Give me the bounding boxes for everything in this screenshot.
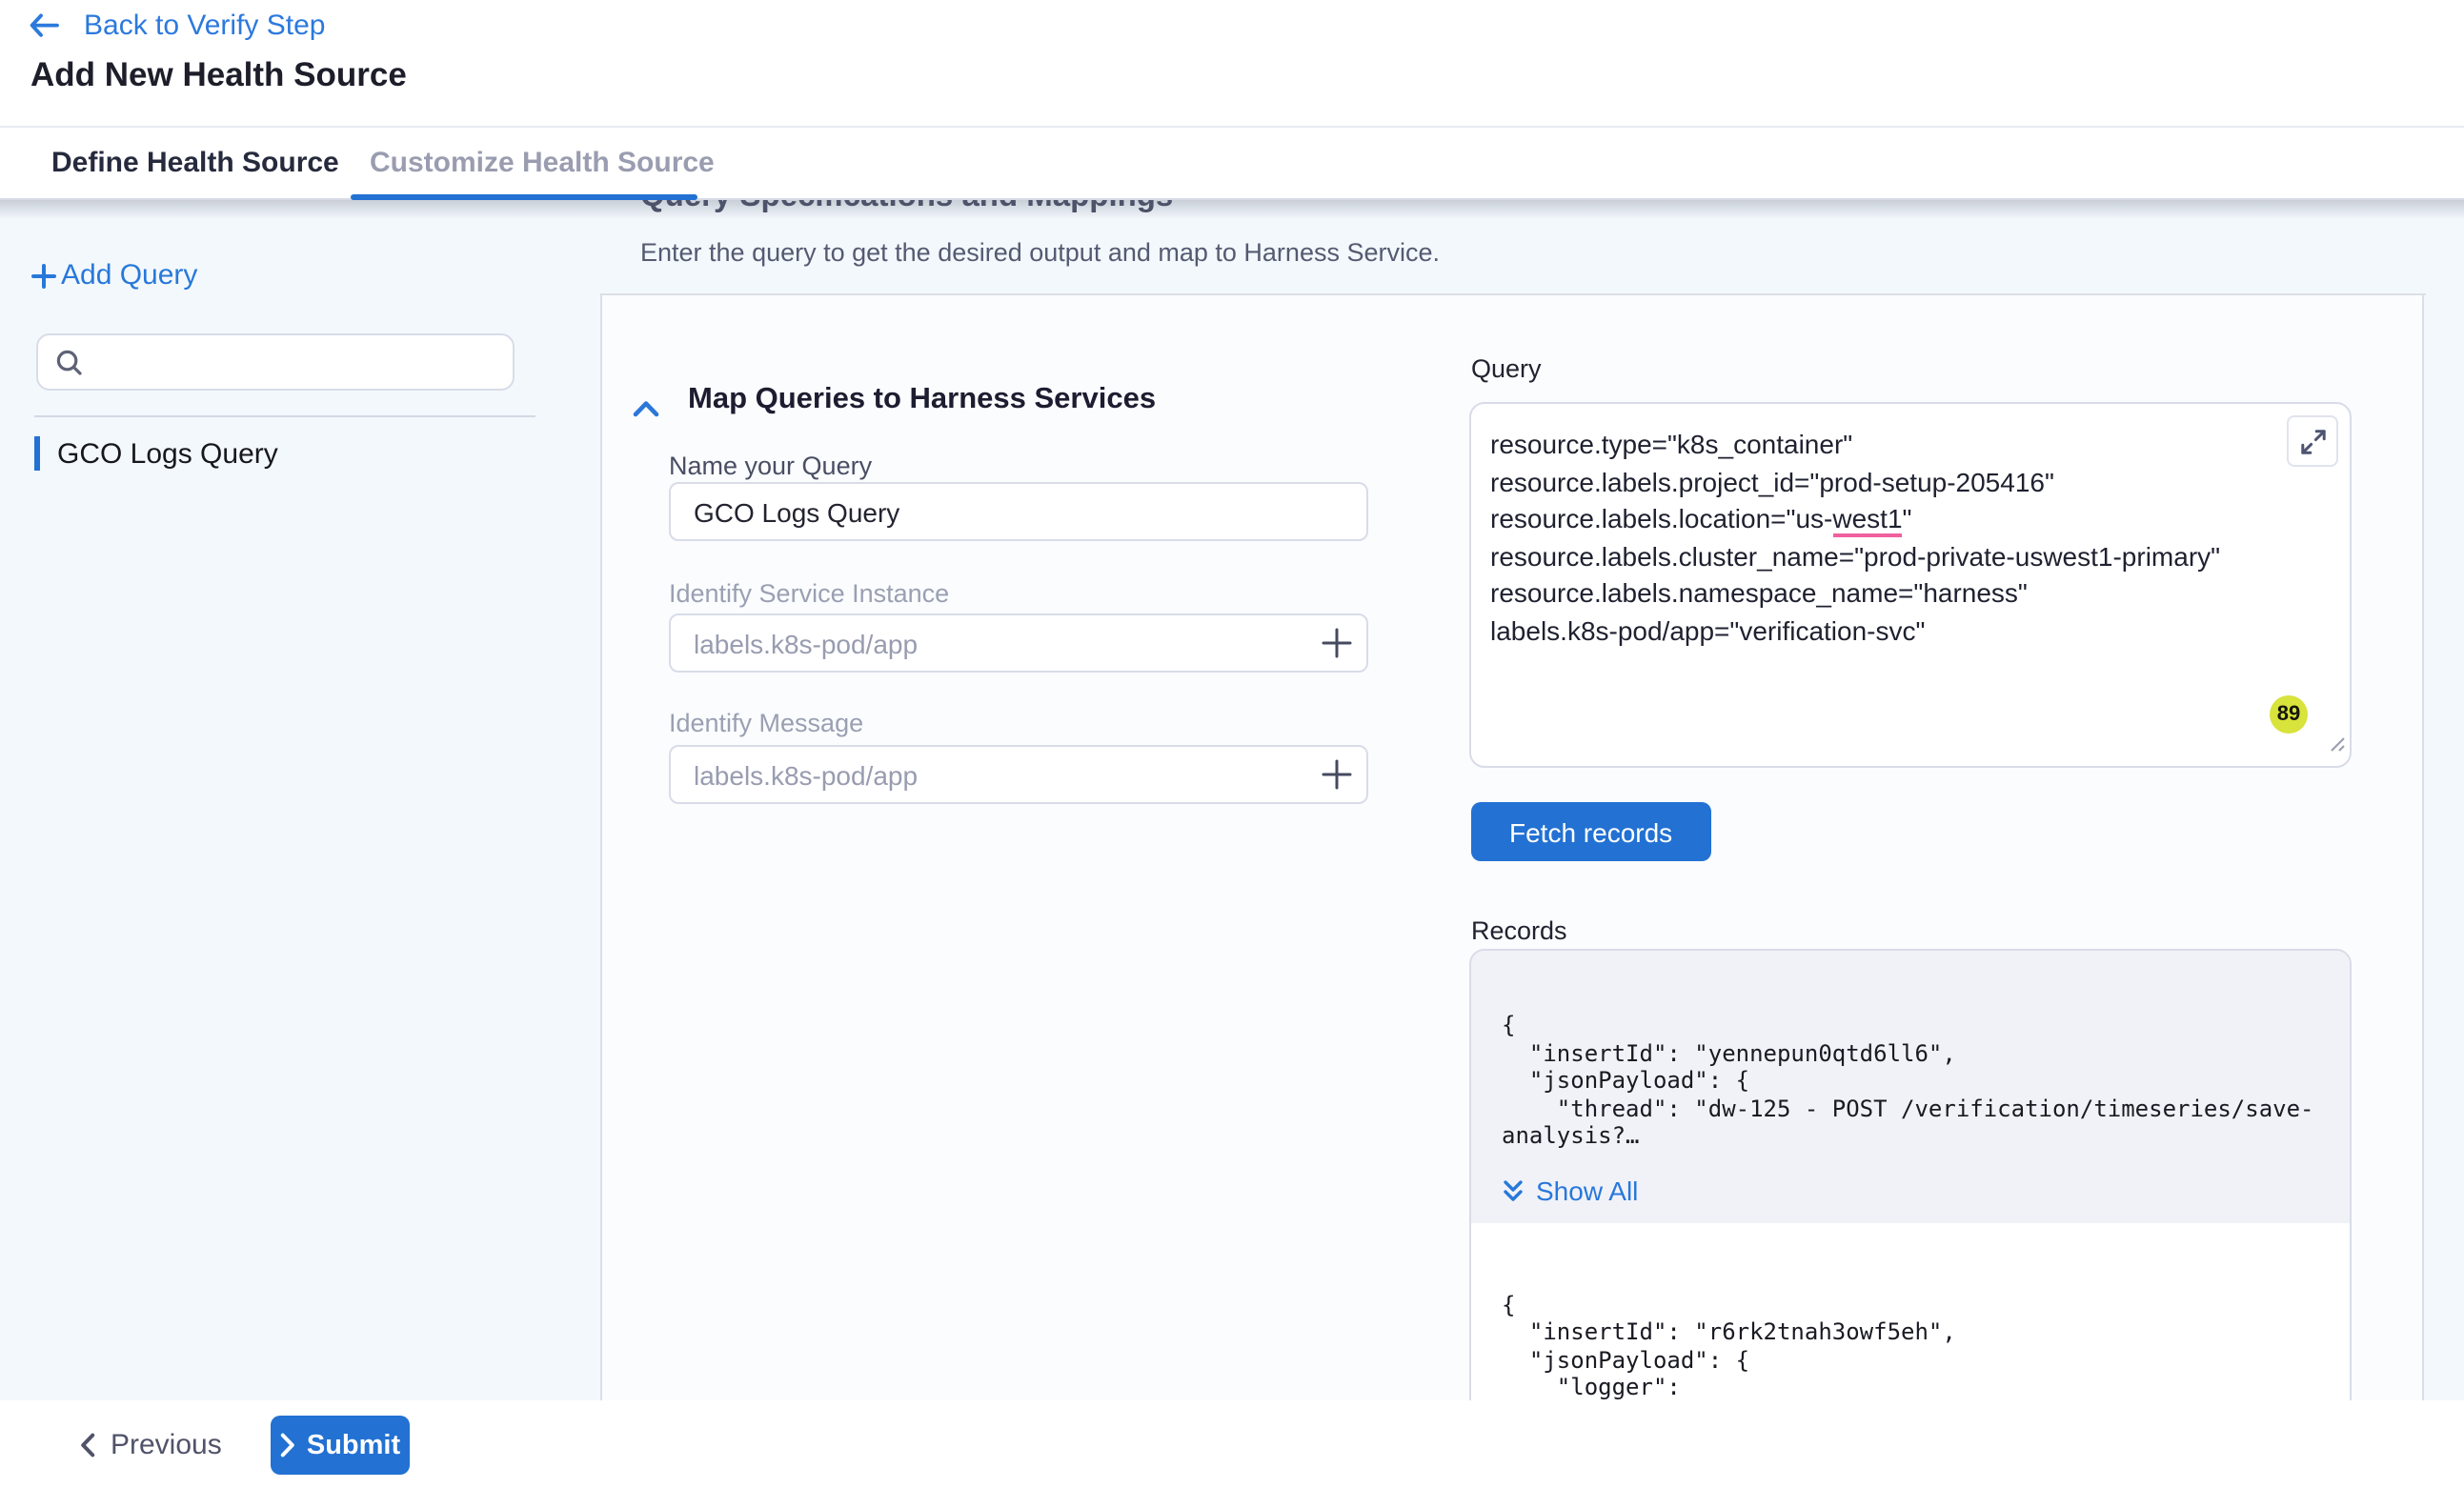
identify-service-instance-label: Identify Service Instance: [669, 579, 949, 608]
query-line: resource.labels.project_id="prod-setup-2…: [1490, 464, 2285, 501]
arrow-left-icon: [29, 13, 59, 38]
add-health-source-page: Back to Verify Step Add New Health Sourc…: [0, 0, 2464, 1488]
identify-message-label: Identify Message: [669, 709, 863, 737]
message-input[interactable]: [669, 745, 1368, 804]
query-editor[interactable]: resource.type="k8s_container" resource.l…: [1469, 402, 2352, 768]
plus-icon: [30, 262, 57, 289]
page-header: Back to Verify Step Add New Health Sourc…: [0, 0, 2464, 126]
submit-button[interactable]: Submit: [271, 1416, 410, 1475]
message-field: [669, 745, 1368, 804]
expand-icon: [2299, 428, 2326, 454]
sidebar-divider: [34, 415, 535, 417]
record-item: { "insertId": "r6rk2tnah3owf5eh", "jsonP…: [1471, 1222, 2350, 1400]
add-query-label: Add Query: [61, 259, 197, 292]
query-line: resource.type="k8s_container": [1490, 427, 2285, 464]
previous-label: Previous: [111, 1428, 222, 1460]
content-area: Query Specifications and Mappings Enter …: [0, 200, 2464, 1400]
name-your-query-label: Name your Query: [669, 452, 872, 480]
active-tab-indicator: [351, 193, 697, 200]
fetch-records-button[interactable]: Fetch records: [1471, 802, 1710, 861]
query-mapping-panel: Map Queries to Harness Services Name you…: [600, 293, 2424, 1400]
query-line: labels.k8s-pod/app="verification-svc": [1490, 613, 2285, 650]
submit-label: Submit: [307, 1430, 400, 1460]
spellcheck-underlined-word: west1: [1832, 503, 1902, 537]
section-title: Query Specifications and Mappings: [640, 200, 1173, 215]
resize-handle[interactable]: [2327, 728, 2346, 762]
add-service-instance-button[interactable]: [1321, 627, 1353, 659]
tab-define-health-source[interactable]: Define Health Source: [51, 128, 339, 198]
query-text: resource.type="k8s_container" resource.l…: [1471, 404, 2350, 650]
sidebar-item-gco-logs-query[interactable]: GCO Logs Query: [34, 432, 278, 474]
chevron-right-icon: [280, 1433, 295, 1458]
records-label: Records: [1471, 916, 1567, 945]
expand-query-button[interactable]: [2287, 415, 2338, 467]
record-item: { "insertId": "yennepun0qtd6ll6", "jsonP…: [1471, 951, 2350, 1222]
footer-bar: Previous Submit: [0, 1400, 2464, 1488]
chevron-up-icon[interactable]: [633, 392, 659, 427]
add-message-button[interactable]: [1321, 758, 1353, 791]
plus-icon: [1321, 758, 1353, 791]
query-line: resource.labels.namespace_name="harness": [1490, 575, 2285, 613]
double-chevron-down-icon: [1502, 1178, 1525, 1203]
query-name-input[interactable]: [669, 482, 1368, 541]
service-instance-input[interactable]: [669, 613, 1368, 673]
search-input[interactable]: [95, 339, 501, 389]
back-to-verify-step-link[interactable]: Back to Verify Step: [29, 10, 325, 42]
query-line: resource.labels.location="us-west1": [1490, 501, 2285, 538]
chevron-left-icon: [80, 1432, 95, 1457]
show-all-label: Show All: [1536, 1176, 1638, 1206]
character-count-badge: 89: [2270, 695, 2308, 734]
add-query-button[interactable]: Add Query: [30, 259, 197, 292]
search-icon: [55, 349, 84, 387]
health-source-tabbar: Define Health Source Customize Health So…: [0, 126, 2464, 200]
show-all-link[interactable]: Show All: [1502, 1175, 2319, 1207]
tab-customize-health-source[interactable]: Customize Health Source: [370, 128, 715, 198]
service-instance-field: [669, 613, 1368, 673]
query-label: Query: [1471, 354, 1542, 383]
query-search-box: [36, 333, 515, 391]
selected-indicator-bar: [34, 436, 40, 471]
query-line: resource.labels.cluster_name="prod-priva…: [1490, 538, 2285, 575]
records-panel: { "insertId": "yennepun0qtd6ll6", "jsonP…: [1469, 949, 2352, 1400]
query-item-label: GCO Logs Query: [57, 437, 278, 470]
map-queries-section-title: Map Queries to Harness Services: [688, 383, 1156, 417]
section-subtitle: Enter the query to get the desired outpu…: [640, 238, 1440, 267]
page-title: Add New Health Source: [30, 55, 407, 95]
previous-button[interactable]: Previous: [80, 1419, 222, 1469]
plus-icon: [1321, 627, 1353, 659]
back-link-label: Back to Verify Step: [84, 10, 325, 42]
